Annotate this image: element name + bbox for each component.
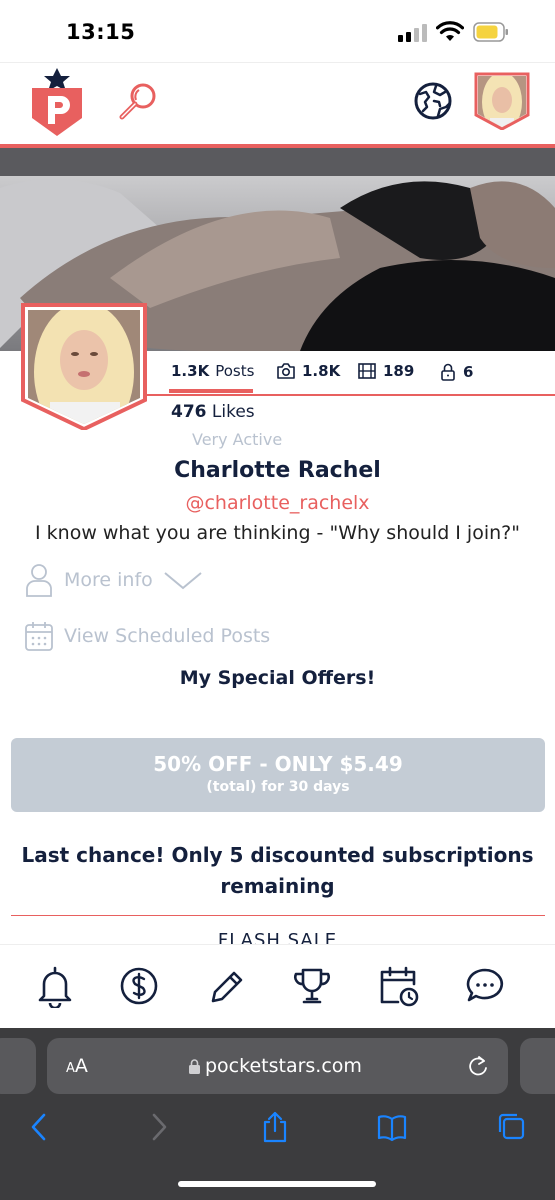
offer-duration: (total) for 30 days xyxy=(206,779,350,795)
locked-count: 6 xyxy=(463,363,474,381)
globe-icon[interactable] xyxy=(412,80,454,122)
user-icon xyxy=(26,564,52,597)
special-offers-title: My Special Offers! xyxy=(179,667,376,689)
url-field[interactable]: pocketstars.com xyxy=(188,1055,362,1077)
profile-bio: I know what you are thinking - "Why shou… xyxy=(35,522,520,544)
flash-sale-heading: FLASH SALE xyxy=(217,930,338,944)
posts-label: Posts xyxy=(215,362,255,380)
profile-avatar[interactable] xyxy=(20,302,148,430)
home-indicator xyxy=(178,1181,376,1187)
videos-count: 189 xyxy=(383,362,415,380)
film-icon xyxy=(358,363,376,379)
more-info-label: More info xyxy=(64,569,153,591)
bookmarks-icon[interactable] xyxy=(376,1110,408,1144)
dollar-icon[interactable] xyxy=(118,964,160,1008)
bell-icon[interactable] xyxy=(34,964,76,1008)
forward-icon[interactable] xyxy=(142,1110,174,1144)
wifi-icon xyxy=(436,21,464,41)
profile-accent-line xyxy=(143,394,555,396)
camera-icon xyxy=(277,363,295,379)
chevron-down-icon xyxy=(164,572,202,590)
next-tab-preview[interactable] xyxy=(520,1038,555,1094)
url-text: pocketstars.com xyxy=(205,1055,362,1077)
tab-videos[interactable]: 189 xyxy=(357,362,414,380)
status-time: 13:15 xyxy=(66,20,136,44)
pencil-icon[interactable] xyxy=(205,964,247,1008)
battery-icon xyxy=(473,22,508,42)
header-avatar[interactable] xyxy=(474,72,530,130)
offers-divider xyxy=(11,915,545,916)
status-bar: 13:15 xyxy=(0,0,555,62)
back-icon[interactable] xyxy=(24,1110,56,1144)
activity-status: Very Active xyxy=(192,430,283,449)
likes-count: 476 xyxy=(171,402,207,422)
offer-price: 50% OFF - ONLY $5.49 xyxy=(153,752,403,776)
photos-count: 1.8K xyxy=(302,362,341,380)
profile-handle: @charlotte_rachelx xyxy=(185,492,370,514)
calendar-clock-icon[interactable] xyxy=(378,964,420,1008)
calendar-icon xyxy=(25,622,53,651)
lock-icon xyxy=(441,363,455,381)
last-chance-notice: Last chance! Only 5 discounted subscript… xyxy=(21,843,534,898)
tab-posts[interactable]: 1.3K Posts xyxy=(171,362,254,380)
view-scheduled-posts-link[interactable]: View Scheduled Posts xyxy=(24,618,270,654)
reload-icon[interactable] xyxy=(467,1055,489,1077)
search-icon[interactable] xyxy=(118,80,160,122)
profile-name: Charlotte Rachel xyxy=(174,458,381,483)
scheduled-label: View Scheduled Posts xyxy=(64,625,271,647)
trophy-icon[interactable] xyxy=(291,964,333,1008)
chat-icon[interactable] xyxy=(464,964,506,1008)
likes-count-line: 476 Likes xyxy=(171,402,255,422)
previous-tab-preview[interactable] xyxy=(0,1038,36,1094)
cellular-signal-icon xyxy=(398,24,428,42)
tab-photos[interactable]: 1.8K xyxy=(276,362,340,380)
posts-count: 1.3K xyxy=(171,362,210,380)
pocketstars-logo[interactable] xyxy=(28,66,86,138)
lock-icon xyxy=(189,1058,200,1074)
likes-label: Likes xyxy=(211,402,255,422)
active-tab-underline xyxy=(169,389,253,393)
reader-text-size-button[interactable]: AA xyxy=(66,1055,88,1077)
tab-locked[interactable]: 6 xyxy=(439,362,473,382)
share-icon[interactable] xyxy=(259,1110,291,1144)
tabs-icon[interactable] xyxy=(495,1110,527,1144)
more-info-toggle[interactable]: More info xyxy=(24,562,203,598)
subscribe-offer-button[interactable]: 50% OFF - ONLY $5.49 (total) for 30 days xyxy=(11,738,545,812)
